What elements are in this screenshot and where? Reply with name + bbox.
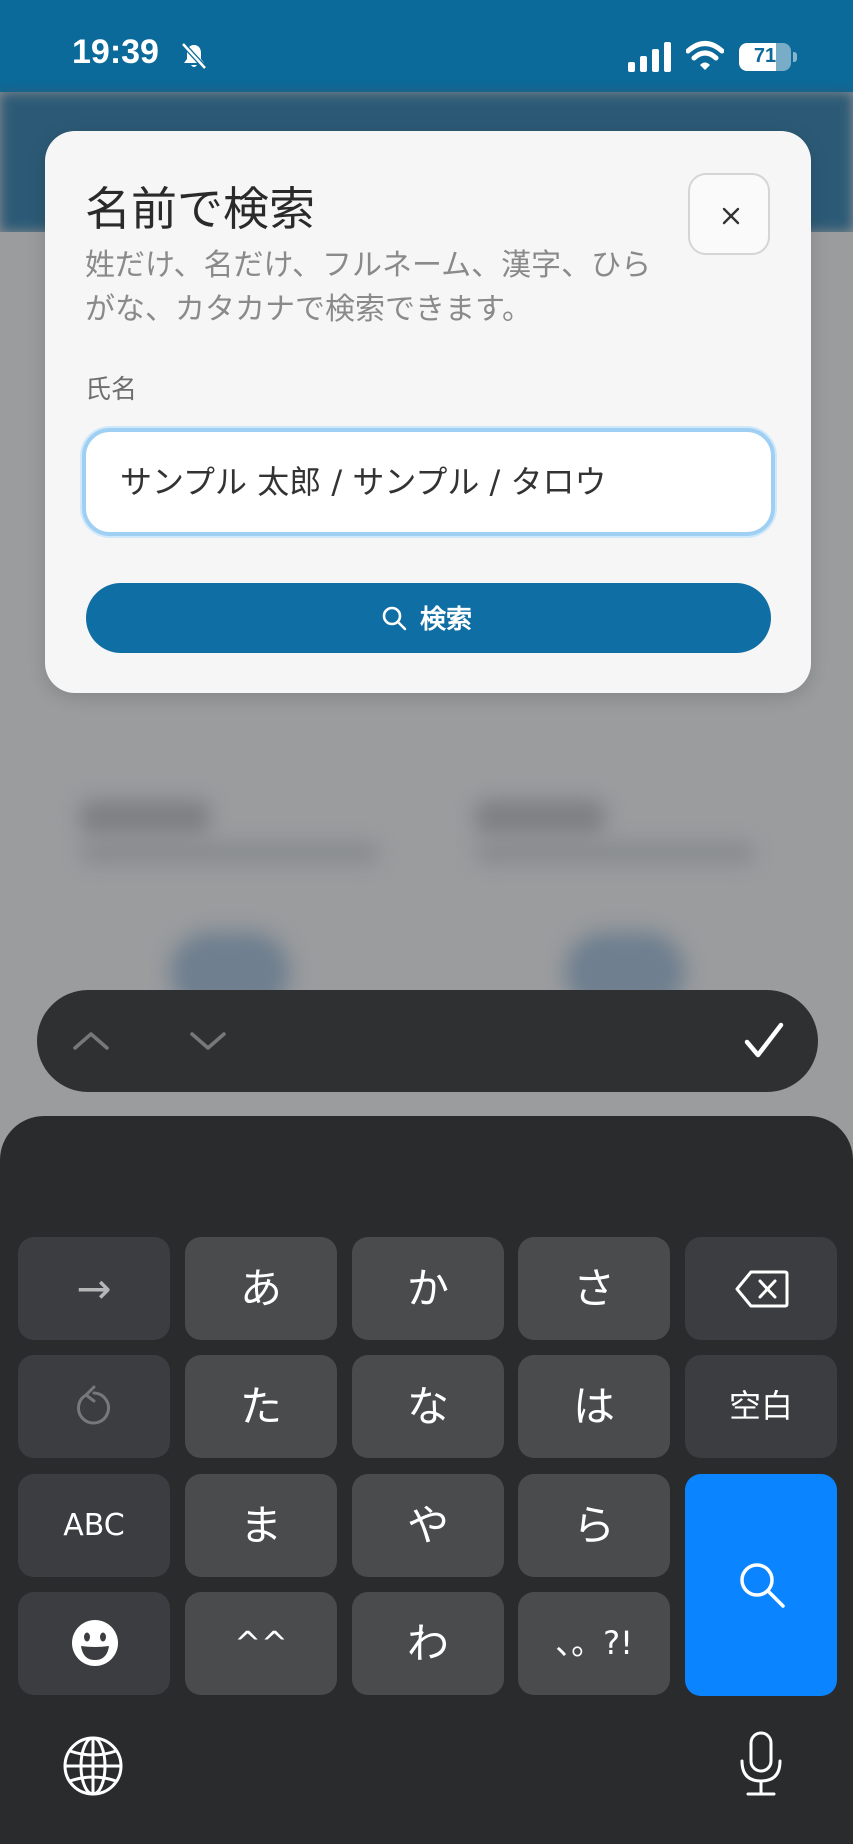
search-icon [740,1563,785,1608]
key-a[interactable]: あ [185,1237,337,1340]
status-time: 19:39 [72,33,159,71]
battery-level: 71 [753,45,777,67]
key-ra[interactable]: ら [518,1474,670,1577]
undo-icon [77,1385,110,1425]
name-field-label: 氏名 [85,375,138,405]
key-sa[interactable]: さ [518,1237,670,1340]
battery-icon: 71 [739,43,797,71]
bell-slash-icon [181,42,207,70]
search-dialog: 名前で検索 姓だけ、名だけ、フルネーム、漢字、ひらがな、カタカナで検索できます。… [45,131,811,693]
key-ta[interactable]: た [185,1355,337,1458]
search-icon [382,606,407,631]
name-search-input[interactable]: サンプル 太郎 / サンプル / タロウ [82,428,775,536]
dialog-title: 名前で検索 [85,182,315,236]
backspace-key[interactable] [685,1237,837,1340]
search-button[interactable]: 検索 [86,583,771,653]
backspace-icon [735,1270,789,1308]
key-ka[interactable]: か [352,1237,504,1340]
kaomoji-key[interactable]: ^^ [185,1592,337,1695]
checkmark-icon[interactable] [743,1020,785,1062]
status-bar: 19:39 71 [0,0,853,92]
key-ha[interactable]: は [518,1355,670,1458]
close-icon [722,207,740,225]
chevron-up-icon[interactable] [71,1028,111,1052]
search-button-label: 検索 [420,605,473,635]
keyboard-toolbar [37,990,818,1092]
wifi-icon [686,41,724,70]
signal-icon [628,42,671,72]
microphone-icon[interactable] [738,1731,784,1797]
emoji-icon [72,1620,118,1666]
emoji-key[interactable] [18,1592,170,1695]
punctuation-key[interactable]: 、。?! [518,1592,670,1695]
close-button[interactable] [688,173,770,255]
key-ya[interactable]: や [352,1474,504,1577]
key-wa[interactable]: わ [352,1592,504,1695]
key-na[interactable]: な [352,1355,504,1458]
dialog-description: 姓だけ、名だけ、フルネーム、漢字、ひらがな、カタカナで検索できます。 [85,248,652,327]
undo-key[interactable] [18,1355,170,1458]
globe-icon[interactable] [62,1735,124,1797]
key-ma[interactable]: ま [185,1474,337,1577]
chevron-down-icon[interactable] [188,1030,228,1054]
search-key[interactable] [685,1474,837,1696]
space-key[interactable]: 空白 [685,1355,837,1458]
key-arrow-right[interactable]: → [18,1237,170,1340]
abc-key[interactable]: ABC [18,1474,170,1577]
